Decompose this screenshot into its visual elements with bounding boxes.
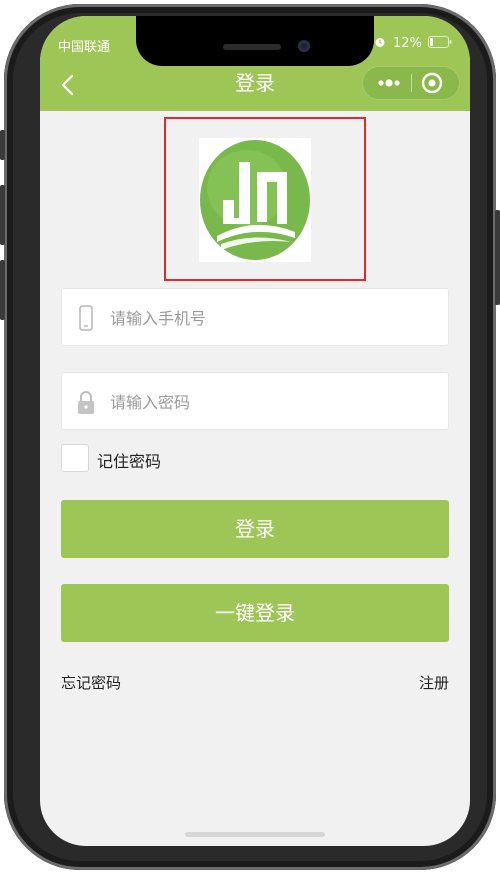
home-indicator — [185, 832, 325, 837]
lock-icon-wrap — [76, 388, 96, 416]
carrier-label: 中国联通 — [58, 40, 111, 55]
volume-down-button — [0, 260, 5, 320]
password-input[interactable] — [108, 387, 432, 417]
phone-icon — [79, 305, 93, 331]
register-link[interactable]: 注册 — [419, 672, 449, 693]
phone-icon-wrap — [76, 304, 96, 332]
password-field — [61, 372, 449, 430]
battery-percent: 12% — [392, 36, 422, 51]
remember-checkbox[interactable] — [61, 444, 89, 472]
phone-input[interactable] — [108, 303, 432, 333]
capsule-divider — [411, 74, 412, 92]
login-button[interactable]: 登录 — [61, 500, 449, 558]
mute-switch — [0, 130, 5, 160]
speaker-grille — [223, 44, 281, 50]
target-close-icon — [421, 72, 443, 94]
notch — [136, 16, 374, 66]
forgot-password-link[interactable]: 忘记密码 — [61, 672, 121, 693]
screen: 中国联通 12% 登录 请输入手机号 记住密码 登录 一键登录 忘记密码 注册 — [40, 16, 470, 846]
front-camera — [298, 40, 310, 52]
remember-label: 记住密码 — [97, 452, 162, 471]
close-button[interactable] — [420, 71, 444, 95]
nav-bar: 中国联通 12% 登录 — [40, 16, 470, 111]
app-logo — [199, 138, 311, 262]
battery-icon — [428, 36, 452, 48]
lock-icon — [78, 391, 94, 414]
more-button[interactable] — [370, 66, 408, 100]
power-button — [495, 210, 500, 305]
logo-jn-icon — [200, 140, 310, 260]
alarm-icon — [375, 38, 385, 47]
logo-highlight-frame — [164, 117, 366, 281]
phone-field — [61, 288, 449, 346]
mini-program-capsule — [362, 66, 460, 100]
more-dots-icon — [378, 79, 400, 87]
one-click-login-button[interactable]: 一键登录 — [61, 584, 449, 642]
volume-up-button — [0, 185, 5, 245]
